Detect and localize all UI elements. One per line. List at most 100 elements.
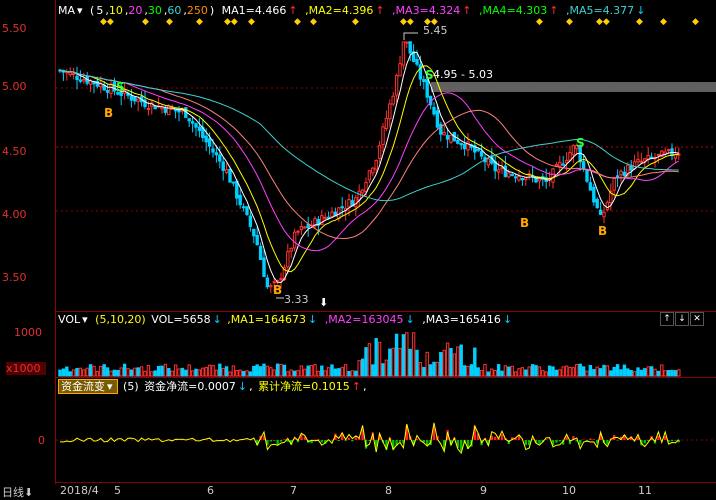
volume-bar <box>582 367 584 376</box>
candle-body <box>501 168 503 169</box>
volume-bar <box>314 365 316 376</box>
volume-bar <box>508 367 510 376</box>
volume-bar <box>198 370 200 376</box>
volume-bar <box>555 370 557 376</box>
volume-bar <box>283 365 285 376</box>
fund-flow-bar <box>348 438 350 440</box>
volume-bar <box>542 371 544 376</box>
volume-bar <box>130 370 132 376</box>
vol-y-tick: 1000 <box>14 326 60 339</box>
x-tick: 7 <box>290 484 297 497</box>
fund-flow-bar <box>399 440 401 442</box>
candle-body <box>504 166 506 177</box>
volume-bar <box>321 366 323 376</box>
volume-bar <box>297 371 299 376</box>
volume-bar <box>647 367 649 376</box>
volume-bar <box>232 366 234 376</box>
candlesticks <box>59 42 680 294</box>
volume-bar <box>361 359 363 376</box>
buy-signal: B <box>273 283 282 297</box>
fund-flow-bar <box>280 440 282 442</box>
candle-body <box>562 164 564 165</box>
volume-bar <box>317 371 319 376</box>
candle-body <box>572 146 574 155</box>
volume-bar <box>630 370 632 376</box>
volume-bar <box>253 366 255 376</box>
price-range-band <box>431 82 716 92</box>
candle-body <box>280 279 282 280</box>
x-tick: 10 <box>562 484 576 497</box>
sell-signal: S <box>576 136 585 150</box>
candle-body <box>582 162 584 168</box>
candle-body <box>83 80 85 82</box>
candle-body <box>446 135 448 139</box>
volume-bar <box>62 369 64 376</box>
price-chart[interactable] <box>56 0 716 311</box>
candle-body <box>137 99 139 101</box>
candle-body <box>164 108 166 112</box>
volume-bar <box>596 367 598 376</box>
volume-bar <box>202 368 204 376</box>
volume-bar <box>389 349 391 376</box>
candle-body <box>409 42 411 53</box>
candle-body <box>463 144 465 148</box>
fund-flow-bar <box>273 440 275 441</box>
volume-bar <box>249 372 251 376</box>
volume-bar <box>525 370 527 376</box>
candle-body <box>477 150 479 151</box>
volume-bar <box>667 371 669 376</box>
candle-body <box>514 177 516 178</box>
candle-body <box>324 217 326 218</box>
candle-body <box>589 183 591 190</box>
volume-bar <box>293 371 295 376</box>
volume-bar <box>171 371 173 376</box>
candle-body <box>134 97 136 101</box>
candle-body <box>225 170 227 173</box>
volume-bar <box>644 369 646 376</box>
volume-bar <box>480 371 482 376</box>
volume-bar <box>185 370 187 376</box>
panel-close-button[interactable]: ✕ <box>690 312 704 326</box>
x-tick: 5 <box>114 484 121 497</box>
volume-bar <box>331 365 333 376</box>
volume-bar <box>501 371 503 376</box>
candle-body <box>290 249 292 251</box>
candle-body <box>229 170 231 183</box>
fund-flow-bar <box>593 439 595 440</box>
down-arrow-icon: ↓ <box>213 313 222 326</box>
fund-indicator-selector[interactable]: 资金流变▾ <box>58 379 118 394</box>
candle-body <box>521 178 523 179</box>
volume-bar <box>671 370 673 376</box>
x-tick: 2018/4 <box>60 484 99 497</box>
candle-body <box>586 170 588 181</box>
vol-indicator-selector[interactable]: VOL▾ <box>58 313 90 326</box>
volume-bar <box>144 371 146 376</box>
high-price-label: 5.45 <box>423 24 448 37</box>
y-tick-5.00: 5.00 <box>2 80 48 93</box>
y-tick-3.50: 3.50 <box>2 271 48 284</box>
vol-ma3: ,MA3=165416↓ <box>422 313 514 326</box>
volume-bar <box>100 367 102 376</box>
volume-bar <box>633 372 635 376</box>
panel-move-up-button[interactable]: ↑ <box>660 312 674 326</box>
volume-bar <box>446 343 448 376</box>
fund-cumulative-value: 累计净流=0.1015 <box>258 380 350 393</box>
volume-bar <box>181 368 183 376</box>
volume-bar <box>545 372 547 376</box>
volume-bar <box>348 371 350 376</box>
volume-bar <box>392 348 394 376</box>
down-arrow-icon: ↓ <box>503 313 512 326</box>
volume-bar <box>528 367 530 376</box>
panel-move-down-button[interactable]: ↓ <box>675 312 689 326</box>
volume-bar <box>603 365 605 376</box>
volume-bar <box>650 367 652 376</box>
volume-bar <box>504 366 506 376</box>
volume-bar <box>157 366 159 376</box>
volume-bar <box>106 368 108 376</box>
down-arrow-icon: ↓ <box>405 313 414 326</box>
volume-bar <box>188 365 190 376</box>
vol-params: (5,10,20) <box>95 313 146 326</box>
volume-bar <box>93 366 95 376</box>
candle-body <box>433 107 435 113</box>
candle-body <box>110 84 112 93</box>
